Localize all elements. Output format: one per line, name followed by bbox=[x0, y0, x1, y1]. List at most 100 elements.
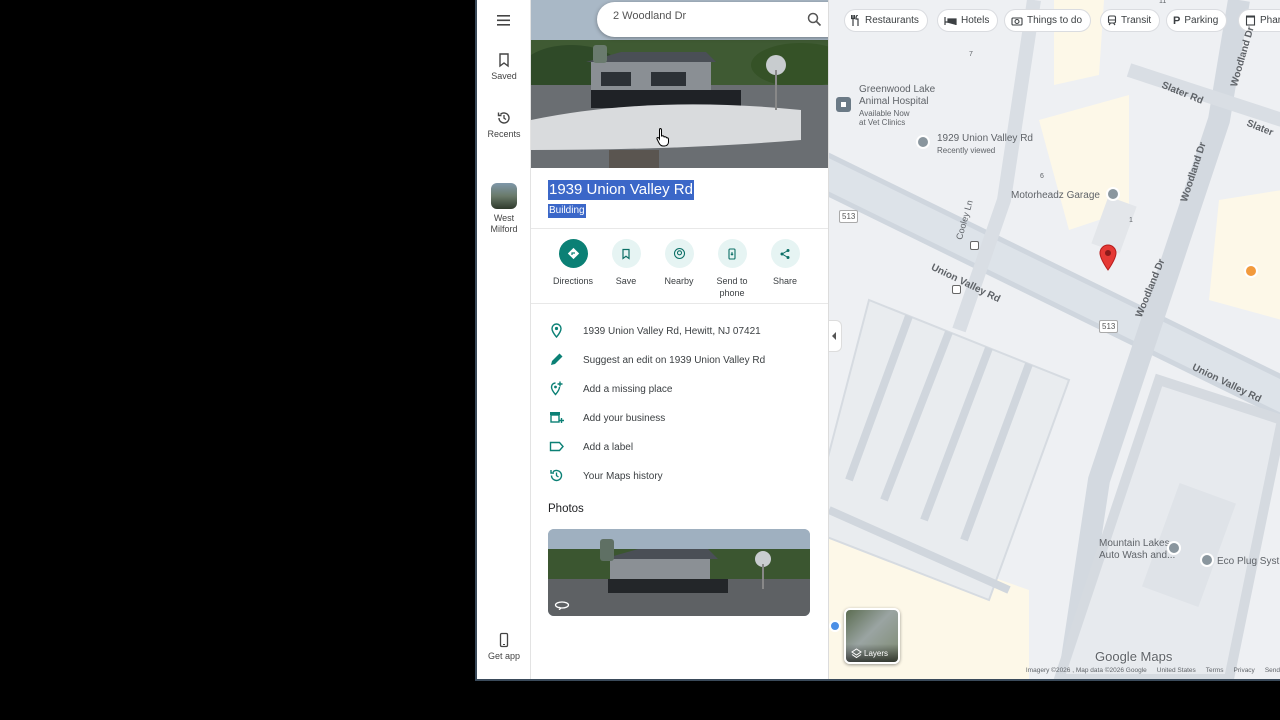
poi-greenwood-1[interactable]: Greenwood Lake bbox=[859, 84, 935, 95]
directions-button[interactable]: Directions bbox=[546, 239, 600, 287]
maps-window: Saved Recents West Milford Get app 2 Woo… bbox=[475, 0, 1280, 681]
chip-parking-label: Parking bbox=[1184, 15, 1219, 26]
rail-get-app[interactable]: Get app bbox=[477, 632, 531, 662]
bookmark-icon bbox=[622, 248, 630, 260]
recent-place-marker-icon[interactable] bbox=[916, 135, 930, 149]
add-missing-place-row[interactable]: Add a missing place bbox=[548, 380, 818, 398]
camera-icon bbox=[1011, 16, 1023, 26]
carwash-marker-icon[interactable] bbox=[1167, 541, 1181, 555]
chip-parking[interactable]: P Parking bbox=[1166, 9, 1228, 32]
rail-west-line2: Milford bbox=[490, 224, 518, 234]
rail-recents[interactable]: Recents bbox=[477, 110, 531, 140]
photo-thumbnail[interactable] bbox=[548, 529, 810, 616]
nav-rail: Saved Recents West Milford Get app bbox=[477, 0, 531, 679]
suggest-edit-text: Suggest an edit on 1939 Union Valley Rd bbox=[583, 355, 766, 366]
address-text: 1939 Union Valley Rd, Hewitt, NJ 07421 bbox=[583, 326, 761, 337]
send-to-phone-button[interactable]: Send to phone bbox=[705, 239, 759, 299]
place-header: 1939 Union Valley Rd Building bbox=[548, 180, 694, 218]
poi-mountain-2[interactable]: Auto Wash and... bbox=[1099, 550, 1175, 561]
add-label-row[interactable]: Add a label bbox=[548, 438, 818, 456]
chip-transit-label: Transit bbox=[1121, 15, 1152, 26]
add-label-text: Add a label bbox=[583, 442, 634, 453]
nearby-button[interactable]: Nearby bbox=[652, 239, 706, 287]
search-icon[interactable] bbox=[807, 12, 822, 27]
add-missing-place-text: Add a missing place bbox=[583, 384, 673, 395]
footer-terms[interactable]: Terms bbox=[1206, 667, 1224, 679]
poi-mountain-1[interactable]: Mountain Lakes bbox=[1099, 538, 1170, 549]
poi-1929-sub: Recently viewed bbox=[937, 146, 996, 155]
poi-1929[interactable]: 1929 Union Valley Rd bbox=[937, 133, 1033, 144]
map-footer: Imagery ©2026 , Map data ©2026 Google Un… bbox=[829, 667, 1280, 679]
suggest-edit-row[interactable]: Suggest an edit on 1939 Union Valley Rd bbox=[548, 351, 818, 369]
rail-west-milford[interactable]: West Milford bbox=[477, 183, 531, 235]
route-shield-1: 513 bbox=[839, 210, 859, 223]
store-icon bbox=[550, 412, 564, 423]
chevron-left-icon bbox=[832, 332, 836, 340]
bus-stop-icon-2[interactable] bbox=[952, 285, 961, 294]
directions-label: Directions bbox=[552, 276, 593, 286]
chip-hotels-label: Hotels bbox=[961, 15, 990, 26]
search-input[interactable] bbox=[613, 10, 793, 22]
chip-things-to-do[interactable]: Things to do bbox=[1004, 9, 1092, 32]
save-button[interactable]: Save bbox=[599, 239, 653, 287]
red-pin-icon[interactable] bbox=[1098, 244, 1118, 272]
add-business-row[interactable]: Add your business bbox=[548, 409, 818, 427]
address-row[interactable]: 1939 Union Valley Rd, Hewitt, NJ 07421 bbox=[548, 322, 818, 340]
parking-icon: P bbox=[1173, 14, 1181, 27]
route-shield-2: 513 bbox=[1099, 320, 1119, 333]
google-maps-logo: Google Maps bbox=[1095, 649, 1173, 664]
poi-greenwood-4: at Vet Clinics bbox=[859, 118, 906, 127]
history-icon bbox=[550, 469, 563, 482]
maps-history-text: Your Maps history bbox=[583, 471, 663, 482]
layers-button[interactable]: Layers bbox=[844, 608, 900, 664]
rail-saved[interactable]: Saved bbox=[477, 52, 531, 82]
rail-recents-label: Recents bbox=[487, 129, 521, 139]
save-label: Save bbox=[615, 276, 637, 286]
nearby-icon bbox=[673, 247, 685, 260]
mouse-cursor-icon bbox=[656, 127, 669, 147]
lot-number-1: 1 bbox=[1129, 217, 1133, 224]
action-bar: Directions Save Nearby Send to phone Sha… bbox=[531, 228, 828, 304]
poi-greenwood-2[interactable]: Animal Hospital bbox=[859, 96, 928, 107]
garage-marker-icon[interactable] bbox=[1106, 187, 1120, 201]
add-business-text: Add your business bbox=[583, 413, 666, 424]
ev-charger-marker-icon[interactable] bbox=[1200, 553, 1214, 567]
chip-things-label: Things to do bbox=[1027, 15, 1083, 26]
photos-heading: Photos bbox=[548, 503, 584, 515]
lot-number-7: 7 bbox=[969, 51, 973, 58]
rail-get-app-label: Get app bbox=[487, 651, 521, 661]
share-button[interactable]: Share bbox=[758, 239, 812, 287]
restaurant-marker-icon[interactable] bbox=[1244, 264, 1258, 278]
place-type: Building bbox=[548, 204, 586, 218]
send-to-phone-label-2: phone bbox=[719, 288, 745, 298]
bus-stop-icon[interactable] bbox=[970, 241, 979, 250]
footer-privacy[interactable]: Privacy bbox=[1234, 667, 1255, 679]
chip-pharmacy-label: Phar bbox=[1260, 15, 1280, 26]
add-place-icon bbox=[550, 381, 563, 396]
menu-icon[interactable] bbox=[494, 11, 514, 29]
send-to-phone-label-1: Send to bbox=[716, 276, 748, 286]
lot-number-6: 6 bbox=[1040, 173, 1044, 180]
share-icon bbox=[780, 248, 790, 259]
place-title: 1939 Union Valley Rd bbox=[548, 180, 694, 200]
poi-motorheadz[interactable]: Motorheadz Garage bbox=[1011, 190, 1100, 201]
pencil-icon bbox=[551, 353, 563, 365]
maps-history-row[interactable]: Your Maps history bbox=[548, 467, 818, 485]
rail-west-line1: West bbox=[493, 213, 515, 223]
layers-label: Layers bbox=[864, 649, 889, 658]
pegman-icon[interactable] bbox=[829, 620, 841, 632]
poi-ecoplug[interactable]: Eco Plug Syst bbox=[1217, 556, 1279, 567]
collapse-panel-button[interactable] bbox=[829, 320, 842, 352]
history-icon bbox=[497, 112, 510, 124]
bed-icon bbox=[944, 16, 957, 25]
hospital-marker-icon[interactable] bbox=[836, 97, 851, 112]
map-canvas[interactable]: Restaurants Hotels Things to do Transit … bbox=[829, 0, 1280, 679]
chip-hotels[interactable]: Hotels bbox=[937, 9, 999, 32]
street-view-360-icon bbox=[554, 601, 570, 610]
west-milford-thumbnail bbox=[491, 183, 517, 209]
chip-restaurants[interactable]: Restaurants bbox=[844, 9, 928, 32]
search-box[interactable] bbox=[597, 2, 828, 37]
footer-send[interactable]: Send bbox=[1265, 667, 1280, 679]
chip-transit[interactable]: Transit bbox=[1100, 9, 1161, 32]
footer-country[interactable]: United States bbox=[1157, 667, 1196, 679]
